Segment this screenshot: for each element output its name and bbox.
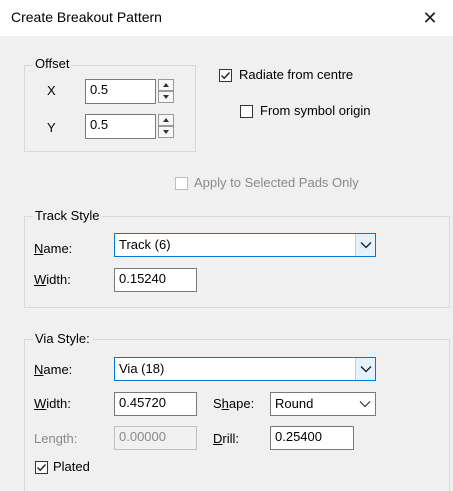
offset-x-value: 0.5 — [90, 82, 109, 97]
offset-x-down-button[interactable] — [158, 91, 174, 103]
arrow-down-icon — [163, 95, 169, 99]
via-drill-input[interactable]: 0.25400 — [270, 426, 354, 450]
checkmark-icon — [221, 72, 231, 80]
via-shape-value: Round — [275, 396, 314, 411]
offset-x-input[interactable]: 0.5 — [85, 79, 156, 104]
track-width-input[interactable]: 0.15240 — [114, 268, 197, 292]
via-name-dropdown[interactable]: Via (18) — [114, 357, 376, 381]
offset-y-input[interactable]: 0.5 — [85, 114, 156, 139]
offset-y-down-button[interactable] — [158, 126, 174, 138]
title-bar: Create Breakout Pattern ✕ — [0, 0, 453, 36]
arrow-down-icon — [163, 130, 169, 134]
offset-y-up-button[interactable] — [158, 114, 174, 126]
chevron-down-icon — [360, 242, 371, 249]
via-style-legend: Via Style: — [33, 331, 92, 346]
track-style-group — [24, 216, 450, 308]
chevron-down-icon — [360, 366, 371, 373]
via-shape-dropdown-button[interactable] — [355, 393, 375, 415]
track-name-value: Track (6) — [119, 237, 171, 252]
plated-checkbox[interactable] — [35, 461, 48, 474]
close-icon: ✕ — [422, 7, 438, 28]
track-name-label: Name: — [34, 241, 73, 256]
apply-selected-label: Apply to Selected Pads Only — [194, 175, 359, 190]
track-width-value: 0.15240 — [119, 271, 166, 286]
track-width-label: Width: — [34, 272, 71, 287]
via-name-value: Via (18) — [119, 361, 165, 376]
track-name-dropdown-button[interactable] — [355, 234, 375, 256]
via-width-value: 0.45720 — [119, 395, 166, 410]
arrow-up-icon — [163, 83, 169, 87]
via-shape-dropdown[interactable]: Round — [270, 392, 376, 416]
radiate-label: Radiate from centre — [239, 67, 354, 82]
via-width-label: Width: — [34, 396, 71, 411]
arrow-up-icon — [163, 118, 169, 122]
via-length-label: Length: — [34, 431, 78, 446]
via-name-label: Name: — [34, 362, 73, 377]
via-drill-label: Drill: — [213, 431, 239, 446]
offset-y-label: Y — [47, 120, 56, 135]
plated-label: Plated — [53, 459, 90, 474]
from-origin-label: From symbol origin — [260, 103, 371, 118]
track-name-dropdown[interactable]: Track (6) — [114, 233, 376, 257]
via-drill-value: 0.25400 — [275, 429, 322, 444]
close-button[interactable]: ✕ — [407, 0, 453, 36]
via-length-input[interactable]: 0.00000 — [114, 426, 197, 450]
via-name-dropdown-button[interactable] — [355, 358, 375, 380]
via-shape-label: Shape: — [213, 396, 255, 411]
offset-y-spinner[interactable] — [158, 114, 174, 138]
offset-x-label: X — [47, 83, 56, 98]
checkmark-icon — [37, 464, 47, 472]
offset-legend: Offset — [33, 56, 72, 71]
apply-selected-checkbox[interactable] — [175, 177, 188, 190]
window-title: Create Breakout Pattern — [11, 9, 162, 25]
via-width-input[interactable]: 0.45720 — [114, 392, 197, 416]
offset-x-spinner[interactable] — [158, 79, 174, 103]
radiate-checkbox[interactable] — [219, 69, 232, 82]
chevron-down-icon — [359, 401, 371, 408]
via-length-value: 0.00000 — [119, 429, 166, 444]
from-origin-checkbox[interactable] — [240, 105, 253, 118]
track-style-legend: Track Style — [33, 208, 102, 223]
offset-x-up-button[interactable] — [158, 79, 174, 91]
offset-y-value: 0.5 — [90, 117, 109, 132]
